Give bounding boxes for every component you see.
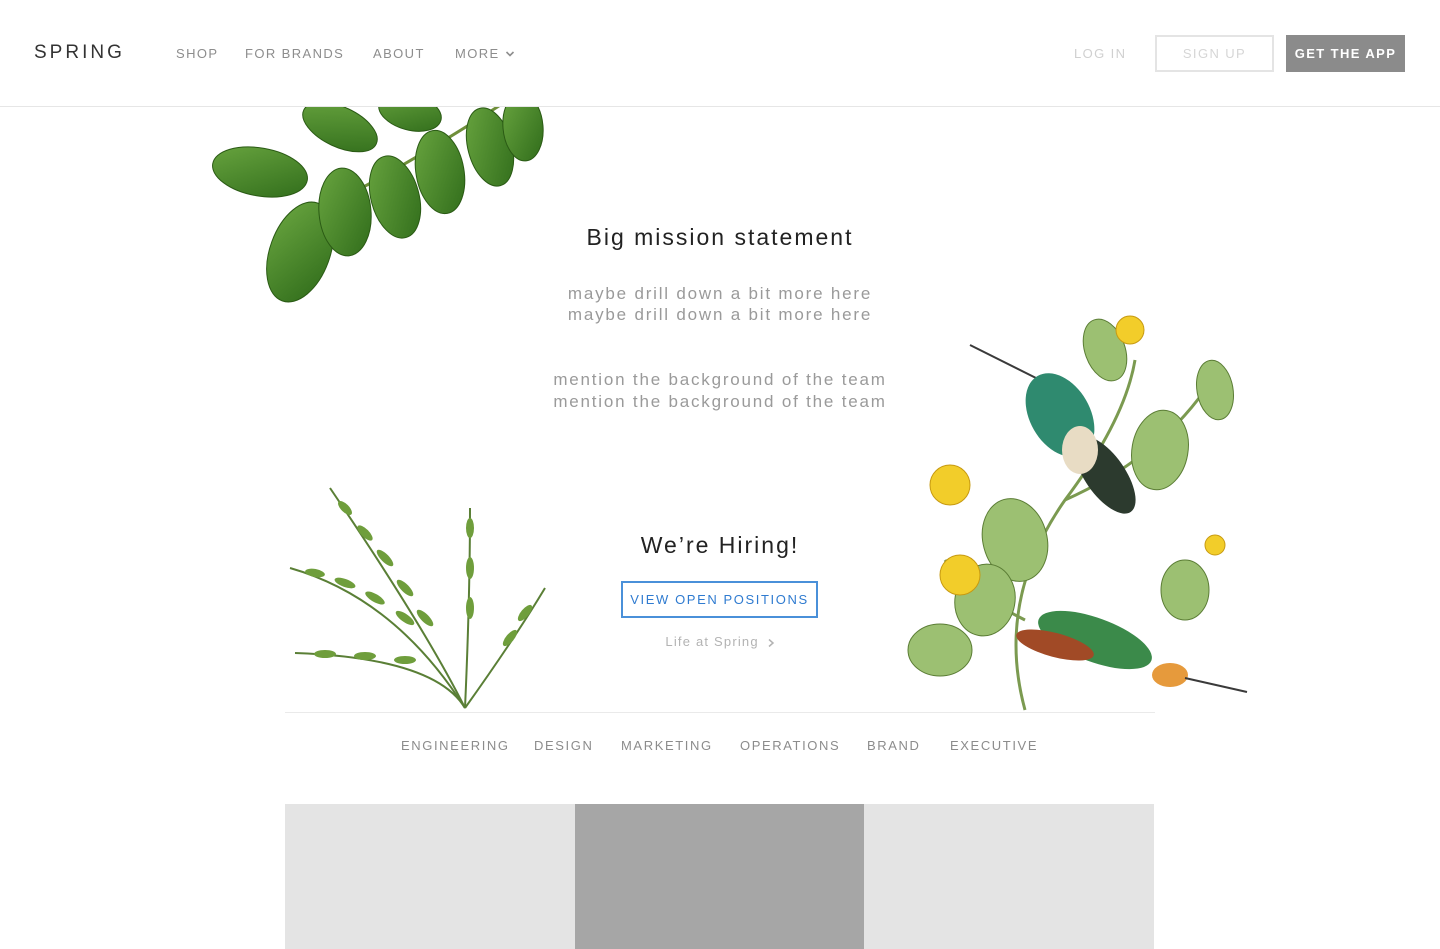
- image-tile-3: [864, 804, 1154, 949]
- dept-executive[interactable]: EXECUTIVE: [950, 738, 1038, 753]
- team-background-line-1: mention the background of the team: [553, 370, 887, 389]
- mission-subtext-line-1: maybe drill down a bit more here: [567, 284, 873, 303]
- site-header: SPRING SHOP FOR BRANDS ABOUT MORE LOG IN…: [0, 0, 1440, 107]
- page: SPRING SHOP FOR BRANDS ABOUT MORE LOG IN…: [0, 0, 1440, 949]
- team-background-line-2: mention the background of the team: [553, 392, 887, 411]
- dept-engineering[interactable]: ENGINEERING: [401, 738, 510, 753]
- image-tile-2: [575, 804, 864, 949]
- image-tile-1: [285, 804, 575, 949]
- mission-subtext: maybe drill down a bit more here maybe d…: [0, 283, 1440, 325]
- dept-operations[interactable]: OPERATIONS: [740, 738, 840, 753]
- nav-shop[interactable]: SHOP: [176, 46, 218, 61]
- signup-button[interactable]: SIGN UP: [1155, 35, 1274, 72]
- life-at-spring-link[interactable]: Life at Spring: [0, 634, 1440, 649]
- nav-about[interactable]: ABOUT: [373, 46, 425, 61]
- dept-brand[interactable]: BRAND: [867, 738, 921, 753]
- mission-heading: Big mission statement: [586, 224, 854, 250]
- dept-design[interactable]: DESIGN: [534, 738, 593, 753]
- login-link[interactable]: LOG IN: [1074, 46, 1126, 61]
- leaves-illustration: [212, 107, 544, 303]
- team-background-text: mention the background of the team menti…: [0, 369, 1440, 413]
- nav-more-label: MORE: [455, 46, 500, 61]
- dept-marketing[interactable]: MARKETING: [621, 738, 713, 753]
- get-app-button[interactable]: GET THE APP: [1286, 35, 1405, 72]
- life-at-spring-label: Life at Spring: [665, 634, 759, 649]
- nav-for-brands[interactable]: FOR BRANDS: [245, 46, 344, 61]
- nav-more[interactable]: MORE: [455, 46, 515, 61]
- logo[interactable]: SPRING: [34, 42, 125, 64]
- hiring-heading: We’re Hiring!: [640, 532, 800, 558]
- mission-subtext-line-2: maybe drill down a bit more here: [567, 305, 873, 324]
- chevron-right-icon: [768, 638, 774, 647]
- fern-illustration: [289, 487, 546, 709]
- section-divider: [285, 712, 1155, 713]
- chevron-down-icon: [505, 50, 514, 57]
- hummingbirds-illustration: [907, 315, 1248, 711]
- view-open-positions-button[interactable]: VIEW OPEN POSITIONS: [621, 581, 818, 618]
